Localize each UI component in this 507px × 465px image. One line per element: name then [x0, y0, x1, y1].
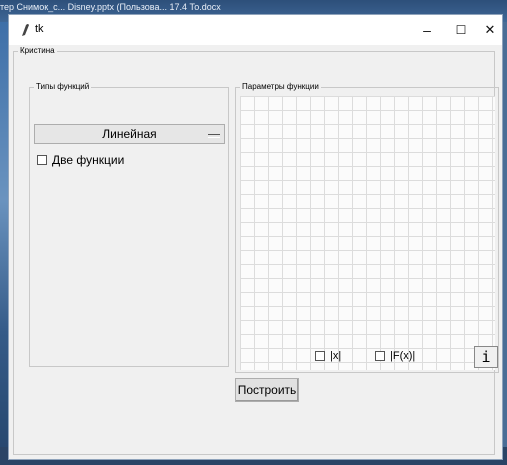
- function-type-value: Линейная: [102, 127, 157, 141]
- info-icon: i: [481, 348, 491, 366]
- abs-x-label: |x|: [330, 350, 342, 363]
- tk-window: tk – ☐ ✕ Кристина Типы функций Линейная …: [8, 14, 503, 460]
- minimize-button[interactable]: –: [410, 15, 444, 45]
- two-functions-checkbox[interactable]: Две функции: [37, 152, 124, 167]
- abs-fx-label: |F(x)|: [390, 350, 416, 363]
- info-button[interactable]: i: [474, 346, 498, 368]
- title-bar[interactable]: tk – ☐ ✕: [9, 15, 502, 45]
- build-button[interactable]: Построить: [235, 378, 299, 402]
- dropdown-indicator-icon: [208, 134, 220, 138]
- feather-icon: [22, 24, 29, 36]
- graph-grid-canvas[interactable]: [240, 96, 495, 370]
- function-type-dropdown[interactable]: Линейная: [34, 124, 225, 144]
- checkbox-box-icon[interactable]: [37, 154, 47, 165]
- desktop-background-right: [503, 22, 507, 465]
- close-button[interactable]: ✕: [473, 15, 507, 45]
- checkbox-box-icon[interactable]: [315, 351, 325, 362]
- abs-fx-checkbox[interactable]: |F(x)|: [375, 350, 415, 362]
- two-functions-label: Две функции: [52, 152, 125, 167]
- function-types-label: Типы функций: [34, 81, 92, 93]
- window-title: tk: [35, 23, 44, 35]
- desktop-taskbar-text: тер Снимок_с... Disney.pptx (Пользова...…: [0, 2, 221, 12]
- function-params-label: Параметры функции: [240, 81, 321, 93]
- function-types-frame: Типы функций Линейная Две функции: [29, 81, 229, 367]
- outer-frame-label: Кристина: [18, 45, 57, 57]
- function-params-frame: Параметры функции |x| |F(x)| i: [235, 81, 499, 373]
- checkbox-box-icon[interactable]: [375, 351, 385, 362]
- abs-x-checkbox[interactable]: |x|: [315, 350, 341, 362]
- desktop-background-left: [0, 22, 8, 465]
